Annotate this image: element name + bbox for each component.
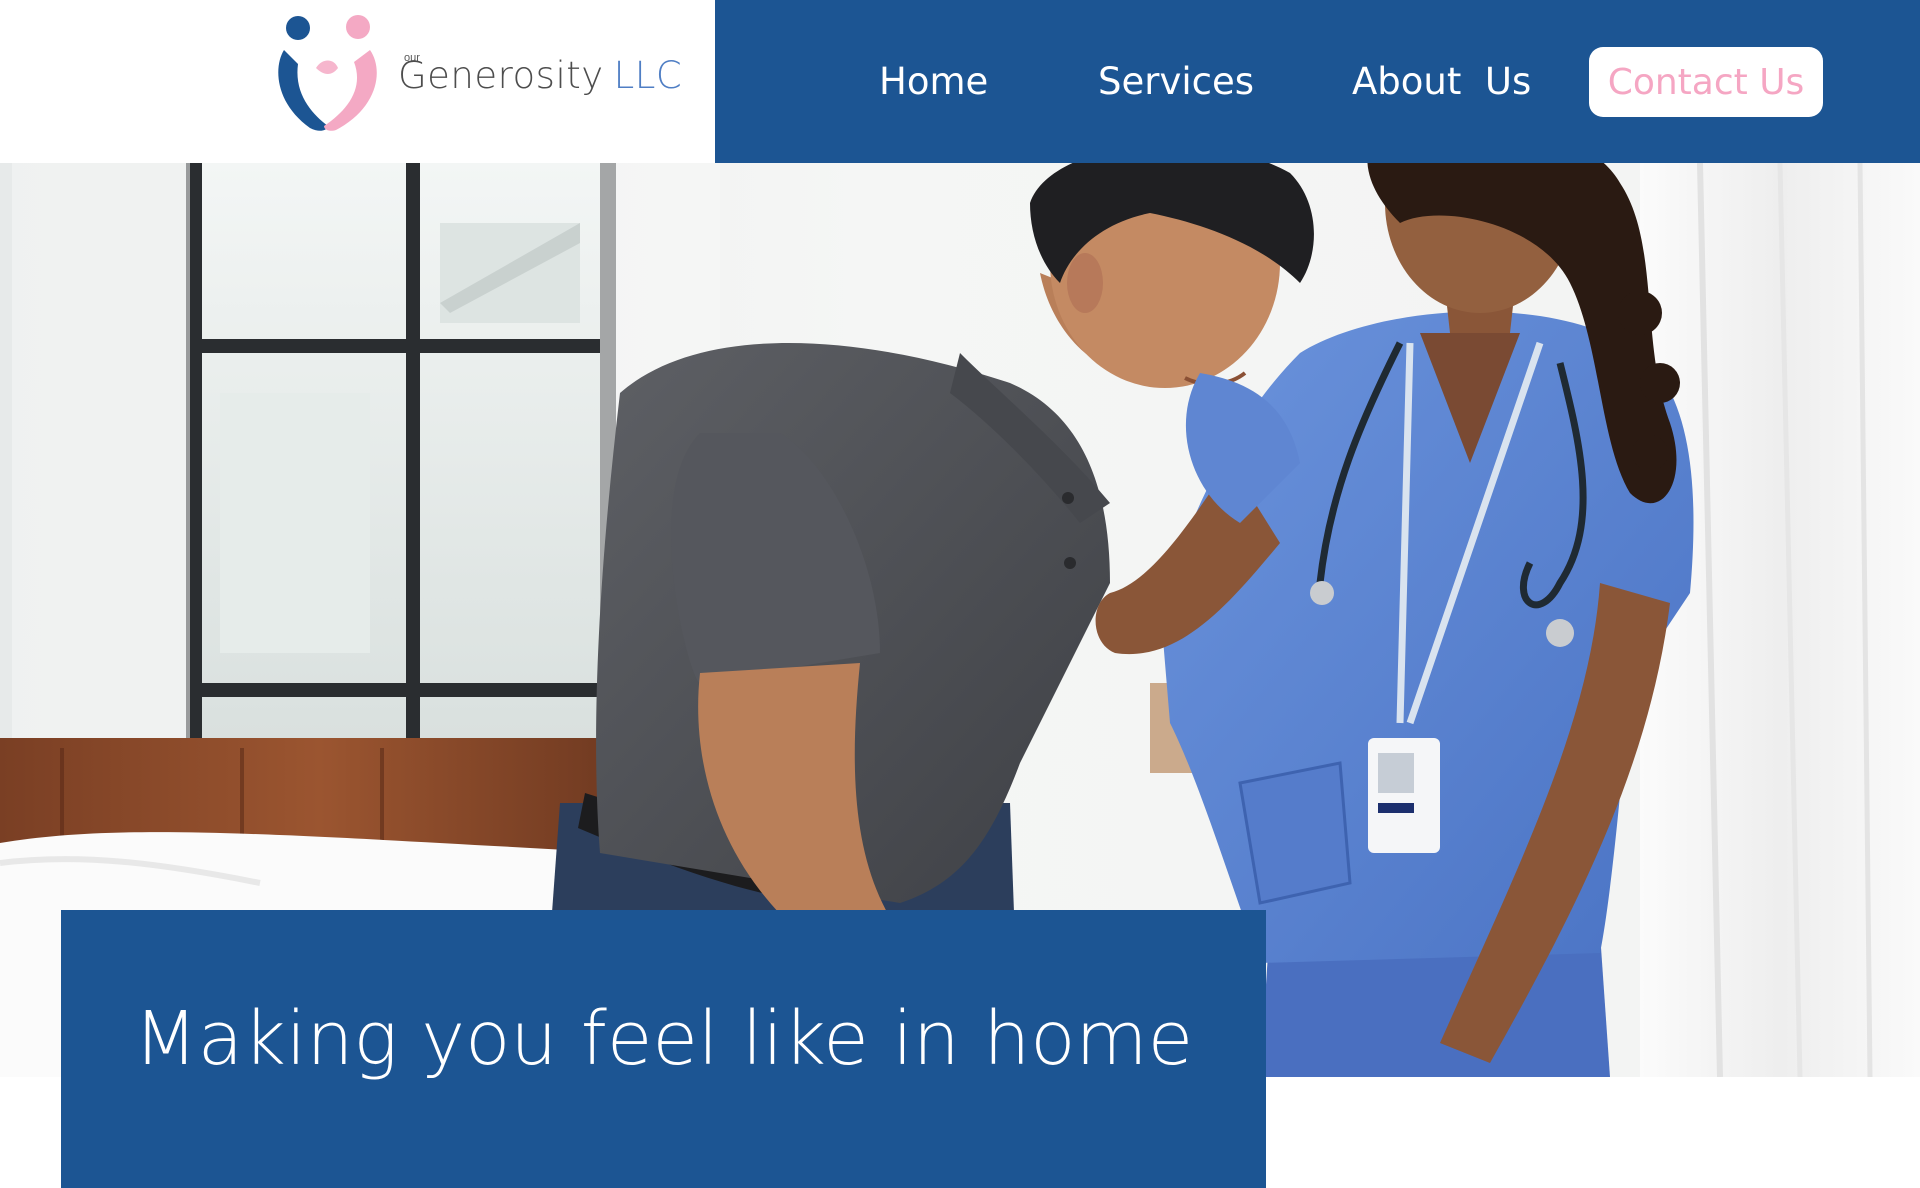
brand-name: Generosity LLC xyxy=(398,54,682,98)
page: our Generosity LLC Home Services About Us… xyxy=(0,0,1920,1188)
main-navbar: Home Services About Us Contact Us xyxy=(715,0,1920,163)
nav-item-home[interactable]: Home xyxy=(879,60,988,104)
hero-tagline: Making you feel like in home xyxy=(133,996,1194,1082)
nav-item-about-us[interactable]: About Us xyxy=(1352,60,1531,104)
window xyxy=(186,163,616,743)
logo-area: our Generosity LLC xyxy=(0,0,715,163)
nav-item-services[interactable]: Services xyxy=(1098,60,1254,104)
brand-name-suffix: LLC xyxy=(613,54,683,97)
contact-us-button[interactable]: Contact Us xyxy=(1589,47,1823,117)
brand-name-main: Generosity xyxy=(398,54,604,97)
heart-people-logo-icon xyxy=(278,15,377,131)
tagline-banner: Making you feel like in home xyxy=(61,910,1266,1188)
